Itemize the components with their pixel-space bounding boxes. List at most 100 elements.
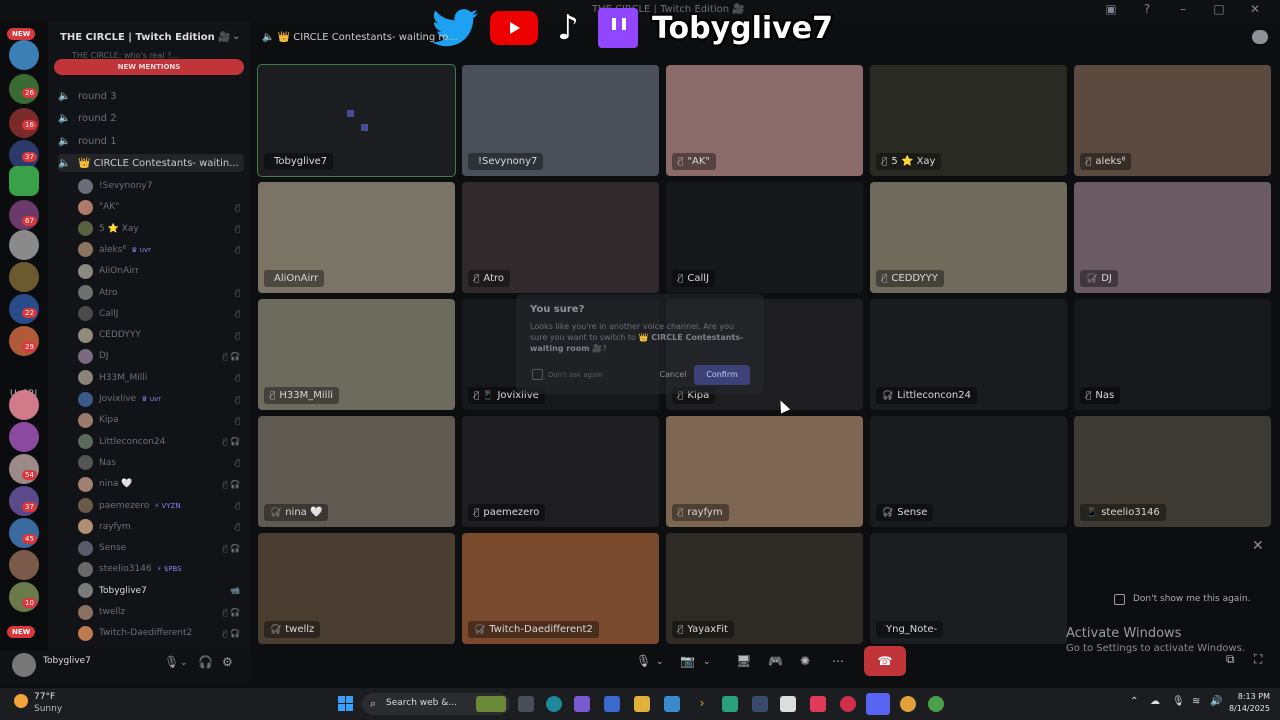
video-tile[interactable]: AliOnAirr — [258, 182, 455, 293]
server-icon[interactable] — [9, 422, 39, 452]
voice-member[interactable]: Sense 🎙̸ 🎧̸ — [78, 539, 246, 557]
maximize-button[interactable]: □ — [1212, 2, 1226, 20]
video-tile[interactable]: 🎙̸ "AK" — [666, 65, 863, 176]
voice-member[interactable]: H33M_Milli 🎙̸ — [78, 369, 246, 387]
server-icon[interactable] — [9, 550, 39, 580]
app-icon[interactable] — [722, 696, 738, 712]
microphone-icon[interactable]: 🎙 — [1172, 696, 1185, 707]
task-view-icon[interactable] — [518, 696, 534, 712]
wifi-icon[interactable]: ≋ — [1192, 696, 1200, 707]
weather-temp[interactable]: 77°F — [34, 692, 55, 702]
server-name[interactable]: THE CIRCLE | Twitch Edition 🎥 — [60, 32, 231, 43]
more-icon[interactable]: ⋯ — [832, 654, 844, 668]
server-icon[interactable] — [9, 262, 39, 292]
gear-icon[interactable]: ⚙ — [222, 655, 233, 669]
fullscreen-icon[interactable]: ⛶ — [1254, 652, 1262, 667]
windows-start-icon[interactable] — [338, 696, 354, 712]
chrome-icon[interactable] — [900, 696, 916, 712]
video-tile[interactable]: 🎙̸ CEDDYYY — [870, 182, 1067, 293]
video-tile[interactable]: 🎙̸ YayaxFit — [666, 533, 863, 644]
video-tile[interactable]: 🎙̸ aleks⁸ — [1074, 65, 1271, 176]
voice-member[interactable]: rayfym 🎙̸ — [78, 518, 246, 536]
voice-member[interactable]: steelio3146 ⚡ $PBS — [78, 560, 246, 578]
voice-member[interactable]: Nas 🎙̸ — [78, 454, 246, 472]
sun-icon[interactable] — [14, 694, 28, 708]
cloud-icon[interactable]: ☁ — [1150, 696, 1160, 707]
microphone-icon[interactable]: 🎙 — [164, 655, 179, 669]
voice-channel-contestants[interactable]: 🔈 👑 CIRCLE Contestants- waitin... — [58, 154, 244, 172]
volume-icon[interactable]: 🔊 — [1210, 696, 1222, 707]
copilot-icon[interactable] — [574, 696, 590, 712]
inbox-icon[interactable]: ▣ — [1104, 2, 1118, 20]
popout-icon[interactable]: ⧉ — [1226, 652, 1235, 667]
video-tile[interactable]: 🎧̸ nina 🤍 — [258, 416, 455, 527]
video-tile[interactable]: !Sevynony7 — [462, 65, 659, 176]
voice-member[interactable]: CallJ 🎙̸ — [78, 305, 246, 323]
video-tile[interactable]: 🎙̸ H33M_Milli — [258, 299, 455, 410]
activities-icon[interactable]: 🎮 — [768, 654, 783, 668]
video-tile[interactable]: 🎙̸ Atro — [462, 182, 659, 293]
edge-icon[interactable] — [546, 696, 562, 712]
store-icon[interactable] — [604, 696, 620, 712]
voice-channel-round-3[interactable]: 🔈 round 3 — [58, 87, 244, 105]
app-icon[interactable]: › — [694, 696, 710, 712]
clock-time[interactable]: 8:13 PM — [1232, 692, 1270, 701]
dont-show-checkbox[interactable] — [1114, 594, 1125, 605]
close-icon[interactable]: ✕ — [1252, 538, 1264, 554]
confirm-button[interactable]: Confirm — [694, 365, 750, 385]
video-tile[interactable]: 🎧̸ Twitch-Daedifferent2 — [462, 533, 659, 644]
user-name[interactable]: Tobyglive7 — [43, 656, 91, 666]
voice-member[interactable]: Jovixlive ♛ uvr 🎙̸ — [78, 390, 246, 408]
voice-member[interactable]: Tobyglive7 📹 — [78, 582, 246, 600]
voice-member[interactable]: AliOnAirr — [78, 262, 246, 280]
app-icon[interactable] — [752, 696, 768, 712]
voice-member[interactable]: Littleconcon24 🎙̸ 🎧̸ — [78, 433, 246, 451]
voice-channel-round-1[interactable]: 🔈 round 1 — [58, 132, 244, 150]
close-button[interactable]: ✕ — [1248, 2, 1262, 20]
cancel-button[interactable]: Cancel — [648, 365, 698, 385]
server-icon[interactable] — [9, 166, 39, 196]
app-icon[interactable] — [928, 696, 944, 712]
screen-share-icon[interactable]: 🖥 — [736, 654, 751, 668]
video-tile[interactable]: Tobyglive7 — [257, 64, 456, 177]
chevron-down-icon[interactable]: ⌄ — [180, 658, 188, 668]
capcut-icon[interactable] — [780, 696, 796, 712]
video-tile[interactable]: 🎙̸ paemezero — [462, 416, 659, 527]
video-tile[interactable]: 🎙̸ Nas — [1074, 299, 1271, 410]
voice-member[interactable]: paemezero ⚡ VYZN 🎙̸ — [78, 497, 246, 515]
weather-condition[interactable]: Sunny — [34, 704, 62, 714]
dont-ask-checkbox[interactable] — [532, 369, 543, 380]
voice-member[interactable]: Atro 🎙̸ — [78, 284, 246, 302]
video-tile[interactable]: 🎧̸ DJ — [1074, 182, 1271, 293]
voice-member[interactable]: nina 🤍 🎙̸ 🎧̸ — [78, 475, 246, 493]
discord-icon[interactable] — [866, 693, 890, 715]
voice-member[interactable]: DJ 🎙̸ 🎧̸ — [78, 347, 246, 365]
server-icon[interactable] — [9, 40, 39, 70]
disconnect-button[interactable]: ☎ — [864, 646, 906, 676]
video-tile[interactable]: 🎙̸ rayfym — [666, 416, 863, 527]
video-tile[interactable]: Yng_Note- — [870, 533, 1067, 644]
minimize-button[interactable]: – — [1176, 2, 1190, 20]
help-icon[interactable]: ? — [1140, 2, 1154, 20]
voice-member[interactable]: Kipa 🎙̸ — [78, 411, 246, 429]
chevron-down-icon[interactable]: ⌄ — [703, 657, 711, 667]
app-icon[interactable] — [664, 696, 680, 712]
avatar[interactable] — [12, 653, 36, 677]
voice-member[interactable]: twellz 🎙̸ 🎧̸ — [78, 603, 246, 621]
video-tile[interactable]: 🎙̸ CallJ — [666, 182, 863, 293]
headphones-icon[interactable]: 🎧 — [198, 655, 213, 669]
camera-off-icon[interactable]: 📷 — [680, 654, 695, 668]
clock-date[interactable]: 8/14/2025 — [1226, 704, 1270, 713]
video-tile[interactable]: 🎙̸ 5 ⭐ Xay — [870, 65, 1067, 176]
voice-member[interactable]: 5 ⭐ Xay 🎙̸ — [78, 220, 246, 238]
new-mentions-bar[interactable]: NEW MENTIONS — [54, 59, 244, 75]
voice-channel-round-2[interactable]: 🔈 round 2 — [58, 109, 244, 127]
chat-icon[interactable] — [1252, 30, 1268, 44]
soundboard-icon[interactable]: ✺ — [800, 654, 810, 668]
voice-member[interactable]: !Sevynony7 — [78, 177, 246, 195]
video-tile[interactable]: 📱 steelio3146 — [1074, 416, 1271, 527]
opera-icon[interactable] — [840, 696, 856, 712]
server-icon[interactable] — [9, 390, 39, 420]
voice-member[interactable]: aleks⁸ ♛ uvr 🎙̸ — [78, 241, 246, 259]
microphone-icon[interactable]: 🎙 — [636, 654, 651, 668]
